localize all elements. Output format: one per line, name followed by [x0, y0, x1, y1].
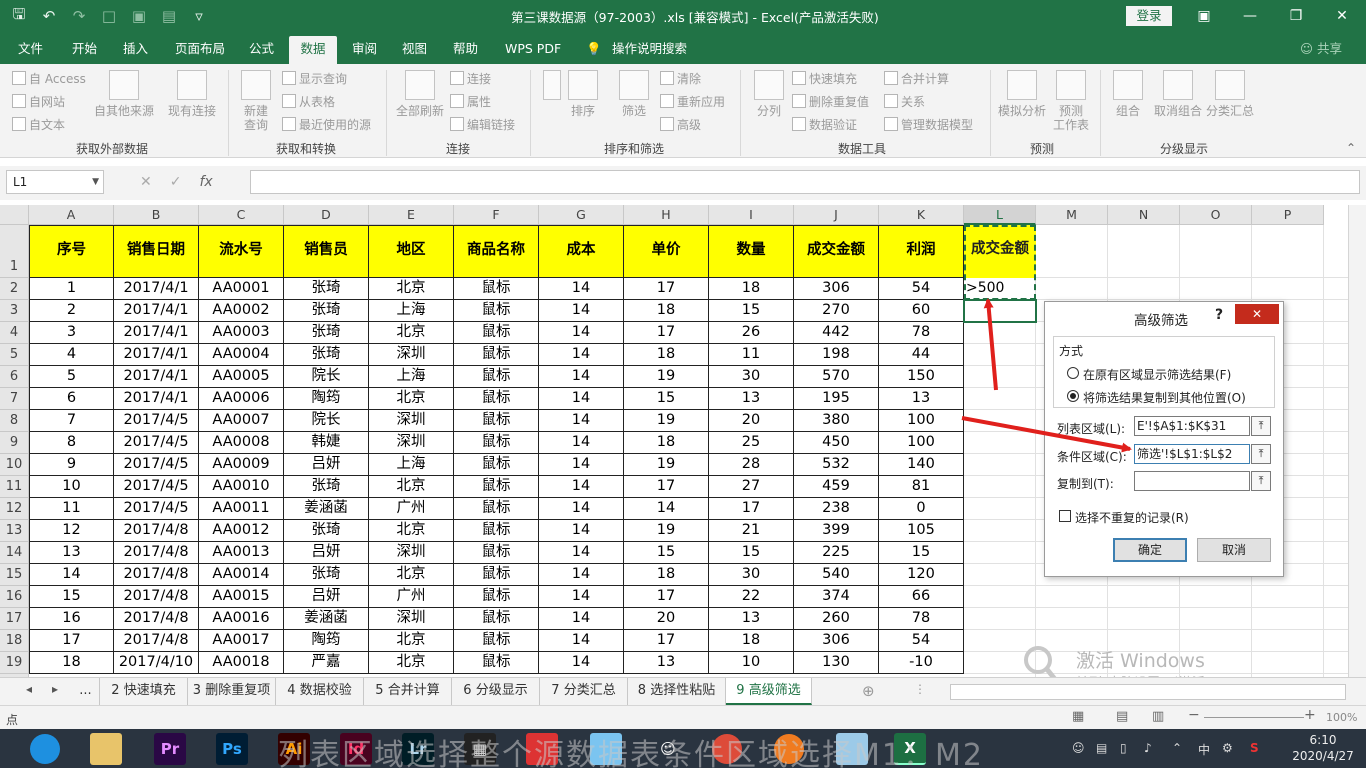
sheet-tab-bar: ◂ ▸ ... 2 快速填充 3 删除重复项 4 数据校验 5 合并计算 6 分级显示 7 …: [0, 677, 1366, 705]
sheet-tab[interactable]: 5 合并计算: [364, 678, 452, 705]
arrow-to-criteria: [983, 298, 998, 391]
battery-icon[interactable]: ▯: [1120, 741, 1127, 755]
more-sheets-ellipsis[interactable]: ...: [72, 678, 100, 705]
arrow-to-criteria-range: [961, 416, 1132, 453]
sogou-icon[interactable]: S: [1250, 741, 1259, 755]
page-break-view-icon[interactable]: ▥: [1152, 709, 1164, 724]
page-layout-view-icon[interactable]: ▤: [1116, 709, 1128, 724]
qq-tray-icon[interactable]: ☺: [1072, 741, 1085, 755]
sheet-tab[interactable]: 3 删除重复项: [188, 678, 276, 705]
photoshop-icon[interactable]: Ps: [216, 733, 248, 765]
sheet-tab[interactable]: 6 分级显示: [452, 678, 540, 705]
sheet-tab[interactable]: 8 选择性粘贴: [628, 678, 726, 705]
zoom-out-icon[interactable]: −: [1188, 707, 1200, 723]
normal-view-icon[interactable]: ▦: [1072, 709, 1084, 724]
zoom-level[interactable]: 100%: [1326, 711, 1357, 724]
sheet-tab[interactable]: 7 分类汇总: [540, 678, 628, 705]
sheet-tab[interactable]: 9 高级筛选: [726, 678, 812, 705]
tray-expand-icon[interactable]: ⌃: [1172, 741, 1182, 755]
volume-icon[interactable]: ♪: [1144, 741, 1152, 755]
horizontal-scrollbar[interactable]: [950, 684, 1346, 700]
status-mode: 点: [6, 713, 19, 727]
sheet-tab[interactable]: 4 数据校验: [276, 678, 364, 705]
prev-sheet-icon[interactable]: ◂: [26, 682, 32, 696]
system-clock[interactable]: 6:10 2020/4/27: [1288, 732, 1358, 764]
browser-360-icon[interactable]: [30, 734, 60, 764]
clock-time: 6:10: [1309, 733, 1337, 747]
ime-settings-icon[interactable]: ⚙: [1222, 741, 1233, 755]
zoom-slider[interactable]: [1204, 717, 1304, 718]
clock-date: 2020/4/27: [1292, 749, 1354, 763]
video-caption: 列表区域选择整个源数据表条件区域选择M1：M2: [278, 738, 984, 768]
zoom-in-icon[interactable]: +: [1304, 707, 1316, 723]
premiere-icon[interactable]: Pr: [154, 733, 186, 765]
status-bar: 点 ▦ ▤ ▥ − + 100%: [0, 705, 1366, 729]
sheet-tab[interactable]: 2 快速填充: [100, 678, 188, 705]
activation-title: 激活 Windows: [1076, 650, 1205, 672]
next-sheet-icon[interactable]: ▸: [52, 682, 58, 696]
file-explorer-icon[interactable]: [90, 733, 122, 765]
input-method-indicator[interactable]: 中: [1198, 741, 1210, 758]
sheet-menu-icon[interactable]: ⋮: [914, 682, 926, 696]
add-sheet-icon[interactable]: ⊕: [862, 682, 875, 700]
taskbar: Pr Ps Ai Id Lr ▦ ☺ X 列表区域选择整个源数据表条件区域选择M…: [0, 729, 1366, 768]
network-icon[interactable]: ▤: [1096, 741, 1107, 755]
